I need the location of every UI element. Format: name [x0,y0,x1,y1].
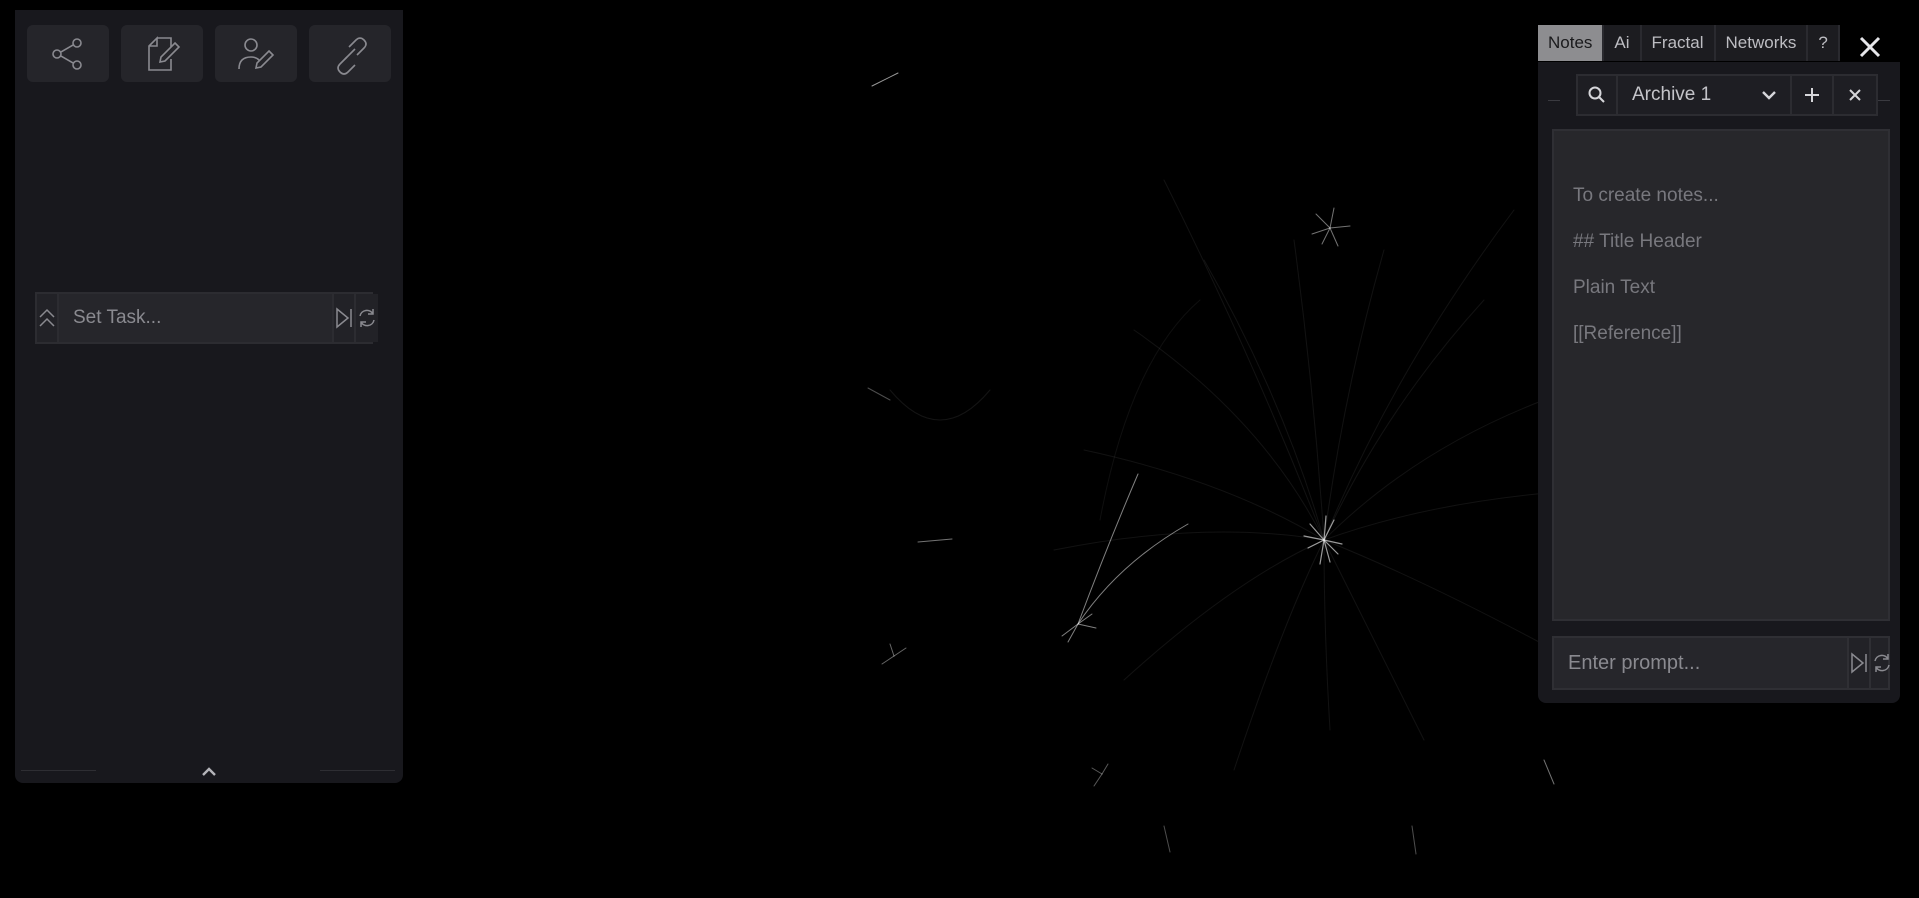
refresh-icon [359,309,375,327]
archive-select-value: Archive 1 [1632,84,1712,105]
link-button[interactable] [309,25,391,82]
chevron-up-icon[interactable] [197,763,221,781]
divider-right [1878,100,1890,101]
note-placeholder-line: To create notes... [1573,185,1719,206]
edit-document-icon [148,35,181,71]
tab-help[interactable]: ? [1808,25,1840,61]
divider-left [1548,100,1560,101]
refresh-button[interactable] [1871,638,1893,688]
add-archive-button[interactable] [1792,76,1834,114]
user-edit-icon [238,37,275,69]
archive-select[interactable]: Archive 1 [1618,76,1792,114]
notes-panel: Archive 1 To create notes... ## Title He… [1538,62,1900,703]
prompt-input[interactable] [1554,638,1849,688]
archive-bar: Archive 1 [1576,74,1878,116]
collapse-task-button[interactable] [37,294,59,342]
note-placeholder-line: Plain Text [1573,277,1656,298]
panel-tabs: Notes Ai Fractal Networks ? [1538,25,1840,61]
search-icon [1588,86,1605,103]
share-icon [52,37,82,70]
note-editor[interactable]: To create notes... ## Title Header Plain… [1552,129,1890,621]
chevron-down-icon [1762,91,1776,100]
prompt-bar [1552,636,1890,690]
close-icon[interactable] [1853,30,1887,64]
share-button[interactable] [27,25,109,82]
skip-next-icon [336,307,352,329]
left-panel [15,10,403,783]
tab-ai[interactable]: Ai [1604,25,1642,61]
note-placeholder-line: [[Reference]] [1573,323,1682,344]
note-placeholder-line: ## Title Header [1573,231,1702,252]
skip-next-icon [1851,652,1867,674]
tab-notes[interactable]: Notes [1538,25,1605,61]
tab-fractal[interactable]: Fractal [1641,25,1716,61]
search-button[interactable] [1578,76,1618,114]
plus-icon [1805,88,1819,102]
skip-next-button[interactable] [334,294,356,342]
tab-networks[interactable]: Networks [1715,25,1809,61]
edit-document-button[interactable] [121,25,203,82]
user-edit-button[interactable] [215,25,297,82]
toolbar [27,25,391,82]
refresh-button[interactable] [356,294,378,342]
skip-next-button[interactable] [1849,638,1871,688]
delete-archive-button[interactable] [1834,76,1876,114]
divider-left [21,770,96,771]
collapse-up-icon [39,308,55,327]
close-icon [1849,89,1861,101]
divider-right [320,770,395,771]
task-bar [35,292,378,344]
refresh-icon [1874,654,1890,672]
task-input[interactable] [59,294,334,342]
link-icon [337,36,367,75]
